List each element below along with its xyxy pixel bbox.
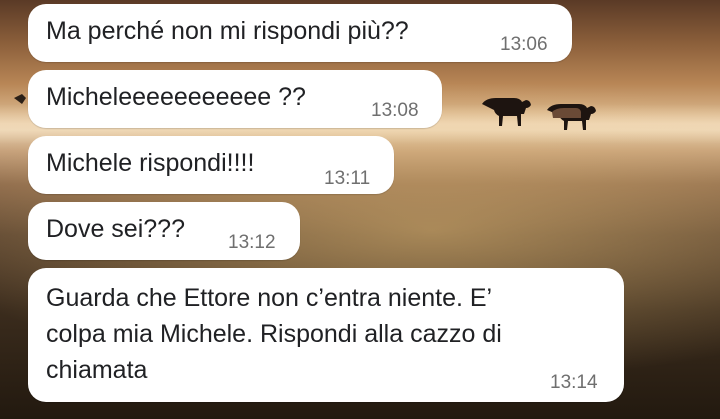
message-bubble[interactable]: Michele rispondi!!!! 13:11: [28, 136, 394, 194]
message-text: Dove sei???: [46, 215, 185, 243]
message-bubble[interactable]: Guarda che Ettore non c’entra niente. E’…: [28, 268, 624, 402]
message-timestamp: 13:06: [500, 34, 548, 55]
message-bubble[interactable]: Dove sei??? 13:12: [28, 202, 300, 260]
message-text: Guarda che Ettore non c’entra niente. E’…: [46, 284, 502, 384]
message-timestamp: 13:14: [550, 372, 598, 393]
message-timestamp: 13:12: [228, 232, 276, 253]
message-timestamp: 13:08: [371, 100, 419, 121]
message-bubble[interactable]: Ma perché non mi rispondi più?? 13:06: [28, 4, 572, 62]
message-text: Micheleeeeeeeeeee ??: [46, 83, 306, 111]
message-timestamp: 13:11: [324, 168, 371, 189]
message-text: Michele rispondi!!!!: [46, 149, 255, 177]
message-text: Ma perché non mi rispondi più??: [46, 17, 409, 45]
message-bubble[interactable]: Micheleeeeeeeeeee ?? 13:08: [28, 70, 442, 128]
